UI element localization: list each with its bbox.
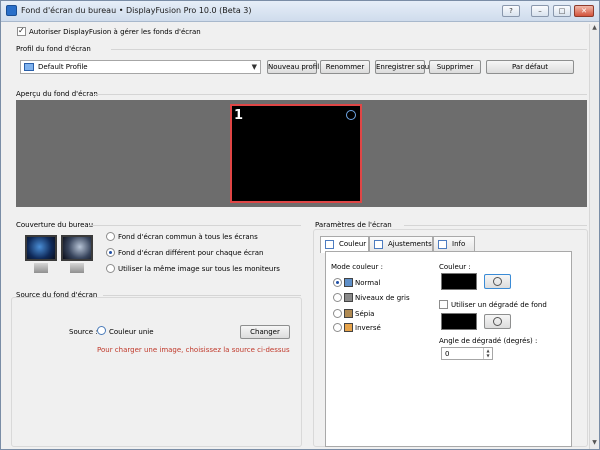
monitor-stand — [34, 263, 48, 273]
mode-option-label: Normal — [355, 279, 381, 287]
gradient-angle-value: 0 — [445, 350, 450, 358]
chevron-down-icon: ▼ — [251, 63, 257, 71]
gradient-angle-label: Angle de dégradé (degrés) : — [439, 337, 538, 345]
info-icon — [438, 240, 447, 249]
monitor-galaxy-icon — [61, 235, 93, 261]
monitor-number: 1 — [234, 108, 244, 123]
monitor-1-preview[interactable] — [230, 104, 362, 203]
divider — [89, 225, 301, 226]
mode-radio-grayscale[interactable] — [333, 293, 342, 302]
profile-select-value: Default Profile — [38, 63, 88, 71]
manage-wallpaper-label: Autoriser DisplayFusion à gérer les fond… — [29, 28, 201, 36]
mode-radio-inverted[interactable] — [333, 323, 342, 332]
gradient-checkbox[interactable] — [439, 300, 448, 309]
divider — [111, 49, 587, 50]
color-label: Couleur : — [439, 263, 471, 271]
close-button[interactable]: ✕ — [574, 5, 594, 17]
vertical-scrollbar[interactable]: ▲ ▼ — [589, 24, 599, 449]
title-bar: Fond d'écran du bureau • DisplayFusion P… — [1, 1, 599, 22]
coverage-group-label: Couverture du bureau — [16, 221, 94, 229]
image-icon — [344, 323, 353, 332]
tab-info[interactable]: Info — [433, 236, 475, 252]
coverage-radio-common[interactable] — [106, 232, 115, 241]
spin-arrows-icon[interactable]: ▲ ▼ — [483, 348, 492, 359]
profile-select[interactable]: Default Profile ▼ — [20, 60, 261, 74]
wallpaper-window: Fond d'écran du bureau • DisplayFusion P… — [0, 0, 600, 450]
tab-label: Info — [452, 240, 466, 248]
source-label: Source : — [69, 328, 98, 336]
divider — [404, 225, 587, 226]
monitor-earth-icon — [25, 235, 57, 261]
minimize-button[interactable]: – — [531, 5, 549, 17]
palette-icon — [346, 110, 356, 120]
color-swatch — [441, 273, 477, 290]
dual-monitor-image — [23, 233, 95, 277]
tab-label: Couleur — [339, 240, 367, 248]
color-picker-button[interactable] — [484, 274, 511, 289]
delete-button[interactable]: Supprimer — [429, 60, 481, 74]
monitor-stand — [70, 263, 84, 273]
manage-wallpaper-checkbox[interactable] — [17, 26, 26, 36]
change-source-button[interactable]: Changer — [240, 325, 290, 339]
monitor-icon — [24, 63, 34, 71]
mode-option-label: Inversé — [355, 324, 381, 332]
coverage-option-label: Utiliser la même image sur tous les moni… — [118, 265, 280, 273]
maximize-button[interactable]: □ — [553, 5, 571, 17]
mode-radio-sepia[interactable] — [333, 309, 342, 318]
source-hint: Pour charger une image, choisissez la so… — [97, 346, 290, 354]
gradient-picker-button[interactable] — [484, 314, 511, 329]
palette-icon — [97, 326, 106, 335]
settings-group-label: Paramètres de l'écran — [315, 221, 392, 229]
divider — [94, 94, 587, 95]
save-as-button[interactable]: Enregistrer sous — [375, 60, 433, 74]
tab-label: Ajustements — [388, 240, 432, 248]
divider — [103, 295, 301, 296]
adjust-icon — [374, 240, 383, 249]
new-profile-button[interactable]: Nouveau profil — [267, 60, 319, 74]
color-mode-label: Mode couleur : — [331, 263, 384, 271]
coverage-radio-same-image[interactable] — [106, 264, 115, 273]
profile-group-label: Profil du fond d'écran — [16, 45, 91, 53]
palette-icon — [493, 317, 502, 326]
image-icon — [344, 309, 353, 318]
preview-group-label: Aperçu du fond d'écran — [16, 90, 98, 98]
source-value: Couleur unie — [109, 328, 154, 336]
help-button[interactable]: ? — [502, 5, 520, 17]
coverage-option-label: Fond d'écran différent pour chaque écran — [118, 249, 264, 257]
gradient-label: Utiliser un dégradé de fond — [451, 301, 547, 309]
default-button[interactable]: Par défaut — [486, 60, 574, 74]
tab-ajustements[interactable]: Ajustements — [369, 236, 433, 252]
palette-icon — [493, 277, 502, 286]
checkbox-icon — [325, 240, 334, 249]
image-icon — [344, 293, 353, 302]
gradient-angle-stepper[interactable]: 0 ▲ ▼ — [441, 347, 493, 360]
scroll-down-icon[interactable]: ▼ — [590, 439, 599, 449]
mode-radio-normal[interactable] — [333, 278, 342, 287]
mode-option-label: Niveaux de gris — [355, 294, 410, 302]
displayfusion-app-icon — [6, 5, 17, 16]
coverage-option-label: Fond d'écran commun à tous les écrans — [118, 233, 258, 241]
scroll-up-icon[interactable]: ▲ — [590, 24, 599, 34]
window-title: Fond d'écran du bureau • DisplayFusion P… — [21, 6, 252, 15]
mode-option-label: Sépia — [355, 310, 375, 318]
coverage-radio-different[interactable] — [106, 248, 115, 257]
source-panel — [11, 297, 302, 447]
gradient-swatch — [441, 313, 477, 330]
rename-button[interactable]: Renommer — [320, 60, 370, 74]
image-icon — [344, 278, 353, 287]
